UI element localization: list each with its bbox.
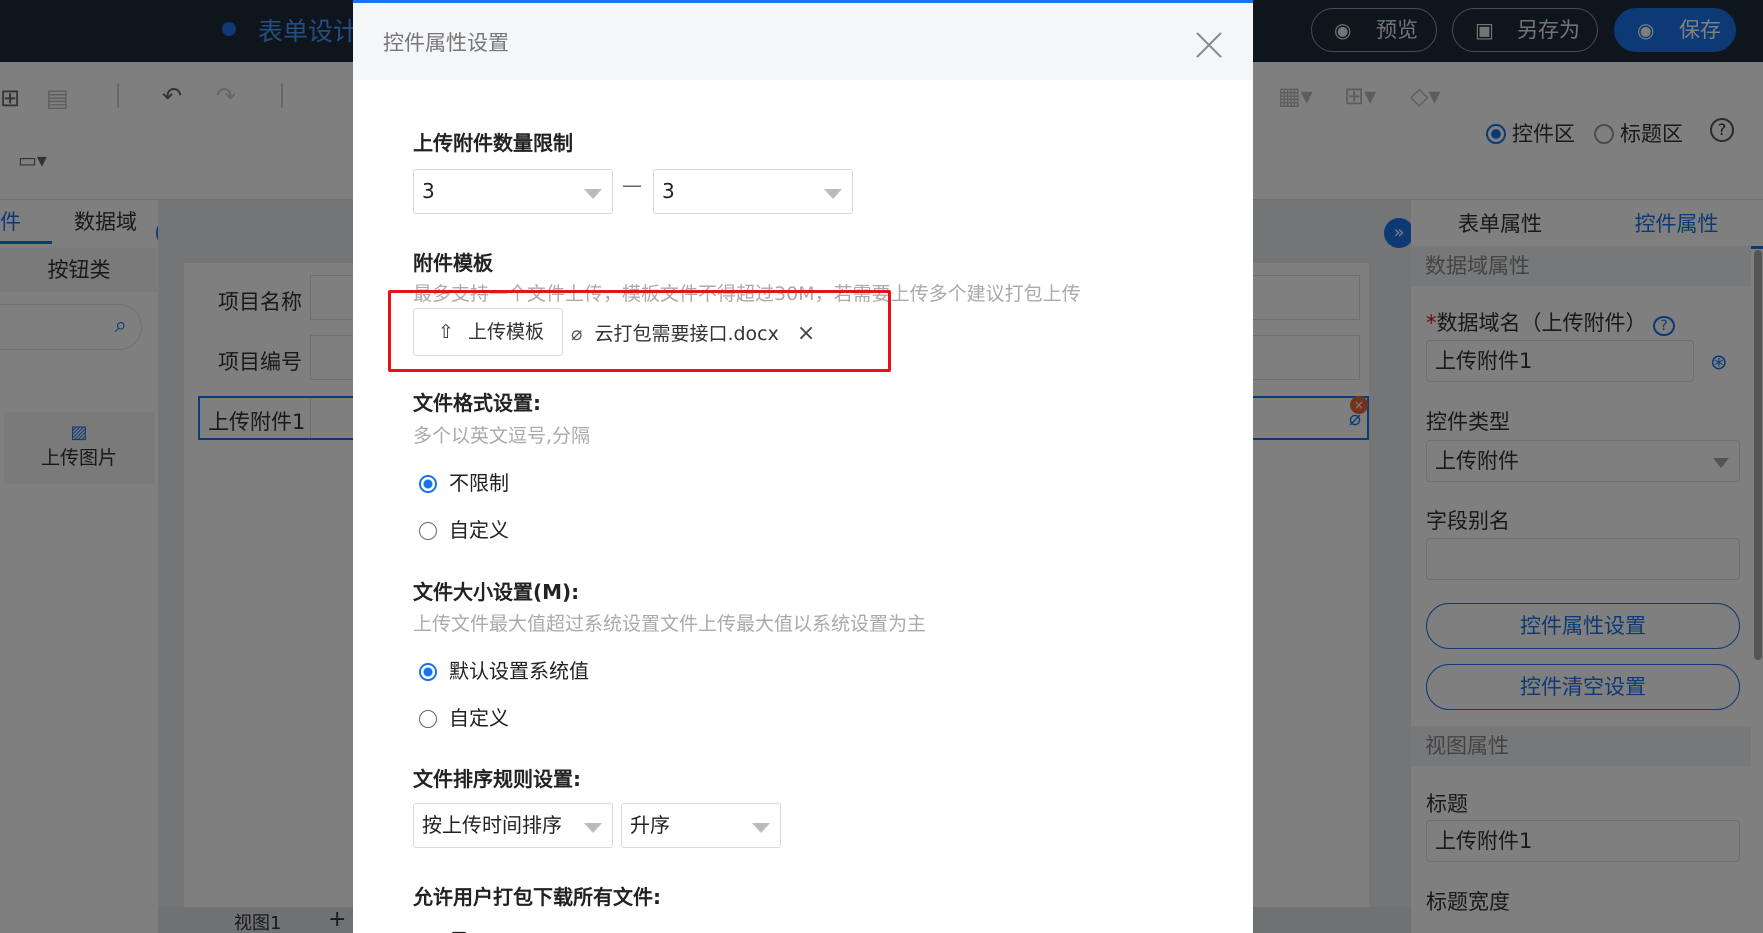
count-limit-label: 上传附件数量限制 xyxy=(413,131,573,155)
sort-label: 文件排序规则设置: xyxy=(413,767,581,791)
chevron-down-icon xyxy=(824,189,842,199)
format-label: 文件格式设置: xyxy=(413,391,541,415)
dialog-header: 控件属性设置 xyxy=(353,3,1253,80)
format-option-unlimited[interactable]: 不限制 xyxy=(419,467,509,496)
count-min-select[interactable]: 3 xyxy=(413,169,613,214)
size-option-default[interactable]: 默认设置系统值 xyxy=(419,655,589,684)
range-separator: — xyxy=(622,173,642,197)
format-hint: 多个以英文逗号,分隔 xyxy=(413,425,591,447)
chevron-down-icon xyxy=(584,823,602,833)
radio-checked[interactable] xyxy=(419,663,437,681)
format-option-custom[interactable]: 自定义 xyxy=(419,514,509,543)
control-property-dialog: 控件属性设置 上传附件数量限制 3 — 3 附件模板 最多支持一个文件上传，模板… xyxy=(353,0,1253,933)
close-icon[interactable] xyxy=(1195,31,1223,59)
size-label: 文件大小设置(M): xyxy=(413,580,580,604)
pack-option-yes[interactable]: 是 xyxy=(419,925,469,933)
size-option-custom[interactable]: 自定义 xyxy=(419,702,509,731)
chevron-down-icon xyxy=(752,823,770,833)
sort-order-select[interactable]: 升序 xyxy=(621,803,781,848)
dialog-title: 控件属性设置 xyxy=(383,31,509,55)
radio-unchecked[interactable] xyxy=(419,522,437,540)
sort-by-select[interactable]: 按上传时间排序 xyxy=(413,803,613,848)
count-max-select[interactable]: 3 xyxy=(653,169,853,214)
chevron-down-icon xyxy=(584,189,602,199)
radio-checked[interactable] xyxy=(419,475,437,493)
size-hint: 上传文件最大值超过系统设置文件上传最大值以系统设置为主 xyxy=(413,613,927,635)
template-label: 附件模板 xyxy=(413,251,493,275)
highlight-box xyxy=(388,290,891,372)
pack-download-label: 允许用户打包下载所有文件: xyxy=(413,885,661,909)
radio-unchecked[interactable] xyxy=(419,710,437,728)
